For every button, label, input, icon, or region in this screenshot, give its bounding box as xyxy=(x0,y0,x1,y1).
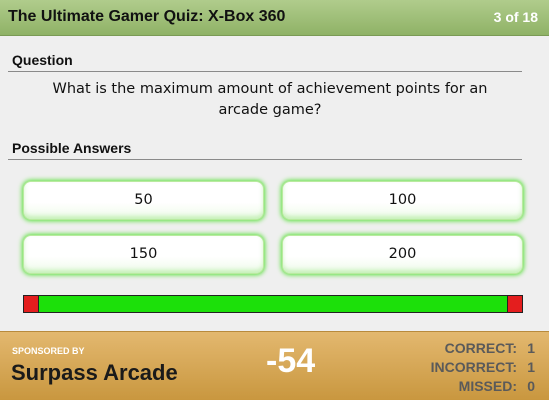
answer-button-4[interactable]: 200 xyxy=(283,236,522,273)
quiz-header: The Ultimate Gamer Quiz: X-Box 360 3 of … xyxy=(0,0,549,36)
incorrect-count: 1 xyxy=(527,359,535,375)
answers-divider xyxy=(8,159,522,160)
sponsor-name[interactable]: Surpass Arcade xyxy=(11,360,178,386)
time-remaining-bar xyxy=(23,295,523,313)
answer-button-1[interactable]: 50 xyxy=(24,182,263,219)
missed-stat: MISSED: 0 xyxy=(431,377,535,396)
question-heading: Question xyxy=(12,52,73,68)
sponsored-by-label: SPONSORED BY xyxy=(12,346,85,356)
incorrect-stat: INCORRECT: 1 xyxy=(431,358,535,377)
question-progress: 3 of 18 xyxy=(493,9,538,25)
score-stats: CORRECT: 1 INCORRECT: 1 MISSED: 0 xyxy=(431,339,535,396)
score-value: -54 xyxy=(266,342,316,380)
missed-count: 0 xyxy=(527,378,535,394)
incorrect-label: INCORRECT: xyxy=(430,359,517,375)
question-divider xyxy=(8,71,522,72)
question-text: What is the maximum amount of achievemen… xyxy=(52,81,488,118)
correct-label: CORRECT: xyxy=(444,340,517,356)
correct-count: 1 xyxy=(527,340,535,356)
correct-stat: CORRECT: 1 xyxy=(431,339,535,358)
missed-label: MISSED: xyxy=(458,378,517,394)
answers-heading: Possible Answers xyxy=(12,140,132,156)
answer-button-2[interactable]: 100 xyxy=(283,182,522,219)
time-remaining-fill xyxy=(38,296,508,312)
answer-button-3[interactable]: 150 xyxy=(24,236,263,273)
quiz-title: The Ultimate Gamer Quiz: X-Box 360 xyxy=(8,8,286,25)
quiz-footer: SPONSORED BY Surpass Arcade -54 CORRECT:… xyxy=(0,331,549,400)
